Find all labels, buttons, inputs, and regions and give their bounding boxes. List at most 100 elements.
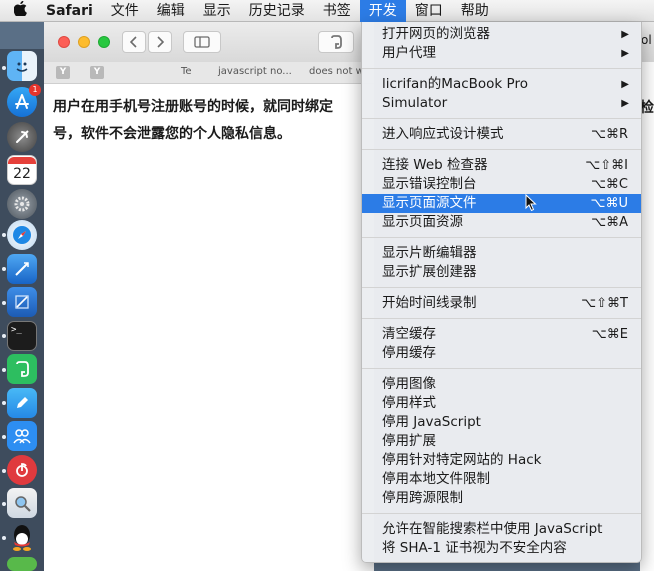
develop-menu-item[interactable]: 打开网页的浏览器 ▶ (362, 25, 641, 44)
chevron-right-icon: ▶ (621, 48, 629, 59)
back-button[interactable] (122, 31, 146, 53)
launchpad-icon[interactable] (7, 122, 37, 152)
sidebar-icon (194, 36, 210, 48)
develop-menu-item[interactable]: 显示错误控制台 ⌥⌘C (362, 175, 641, 194)
bookmark-y-icon[interactable]: Y (56, 66, 70, 79)
contacts-app-icon[interactable] (7, 421, 37, 451)
menu-item-label: 停用样式 (382, 395, 436, 411)
menu-edit[interactable]: 编辑 (148, 0, 194, 22)
bookmarks-bar: Y Y Te javascript no... does not w (44, 62, 374, 84)
window-right-edge: ol 检 (640, 22, 654, 571)
preview-icon[interactable] (7, 488, 37, 518)
develop-menu-item[interactable]: 允许在智能搜索栏中使用 JavaScript (362, 520, 641, 539)
running-indicator (2, 66, 6, 70)
menu-item-label: 停用缓存 (382, 345, 436, 361)
develop-menu: 打开网页的浏览器 ▶ 用户代理 ▶ licrifan的MacBook Pro ▶ Simul… (361, 22, 642, 563)
menu-window[interactable]: 窗口 (406, 0, 452, 22)
evernote-extension-icon (331, 35, 342, 49)
develop-menu-item[interactable]: Simulator ▶ (362, 94, 641, 113)
develop-menu-item[interactable]: 停用缓存 (362, 344, 641, 363)
finder-icon[interactable] (7, 51, 37, 81)
safari-icon[interactable] (7, 220, 37, 250)
develop-menu-item[interactable]: 停用本地文件限制 (362, 470, 641, 489)
app-store-icon[interactable]: 1 (7, 84, 41, 117)
develop-menu-item[interactable]: 将 SHA-1 证书视为不安全内容 (362, 539, 641, 558)
evernote-icon[interactable] (7, 354, 37, 384)
chevron-left-icon (130, 36, 137, 48)
menu-item-shortcut: ⌥⌘U (590, 196, 629, 211)
menu-bar: Safari 文件 编辑 显示 历史记录 书签 开发 窗口 帮助 (0, 0, 654, 22)
pencil-app-icon[interactable] (7, 388, 37, 418)
apple-logo-icon[interactable] (0, 0, 37, 22)
develop-menu-item[interactable]: 清空缓存 ⌥⌘E (362, 325, 641, 344)
bookmark-item[interactable]: Te (181, 66, 192, 77)
bookmark-item[interactable]: javascript no... (218, 66, 292, 77)
terminal-icon[interactable]: >_ (7, 321, 37, 351)
develop-menu-item[interactable]: licrifan的MacBook Pro ▶ (362, 75, 641, 94)
menu-history[interactable]: 历史记录 (240, 0, 314, 22)
menu-develop[interactable]: 开发 (359, 0, 406, 22)
forward-button[interactable] (148, 31, 172, 53)
menu-item-label: 允许在智能搜索栏中使用 JavaScript (382, 521, 603, 537)
running-indicator (2, 469, 6, 473)
content-line: 号，软件不会泄露您的个人隐私信息。 (53, 126, 291, 142)
menu-bookmarks[interactable]: 书签 (314, 0, 360, 22)
develop-menu-item[interactable]: 显示片断编辑器 (362, 244, 641, 263)
develop-menu-item[interactable]: 进入响应式设计模式 ⌥⌘R (362, 125, 641, 144)
menu-separator (362, 237, 641, 238)
menu-view[interactable]: 显示 (194, 0, 240, 22)
chevron-right-icon: ▶ (621, 98, 629, 109)
dock: 1 22 >_ (0, 49, 45, 571)
develop-menu-item[interactable]: 停用样式 (362, 394, 641, 413)
menu-separator (362, 318, 641, 319)
bookmark-y-icon[interactable]: Y (90, 66, 104, 79)
running-indicator (2, 401, 6, 405)
chevron-right-icon (157, 36, 164, 48)
menu-item-shortcut: ⌥⌘E (591, 327, 628, 342)
menu-item-label: 停用图像 (382, 376, 436, 392)
develop-menu-item[interactable]: 停用针对特定网站的 Hack (362, 451, 641, 470)
sidebar-button[interactable] (183, 31, 221, 53)
chevron-right-icon: ▶ (621, 29, 629, 40)
menu-app-name[interactable]: Safari (37, 0, 102, 22)
develop-menu-item[interactable]: 显示页面资源 ⌥⌘A (362, 213, 641, 232)
xcode-icon[interactable] (7, 254, 37, 284)
menu-file[interactable]: 文件 (102, 0, 148, 22)
menu-help[interactable]: 帮助 (452, 0, 498, 22)
toolbar-edge: ol (640, 22, 654, 62)
menu-item-shortcut: ⌥⌘C (590, 177, 628, 192)
develop-menu-item[interactable]: 开始时间线录制 ⌥⇧⌘T (362, 294, 641, 313)
xcode-alt-icon[interactable] (7, 287, 37, 317)
minimize-window-button[interactable] (78, 36, 90, 48)
running-indicator (2, 368, 6, 372)
content-line: 用户在用手机号注册账号的时候，就同时绑定 (53, 99, 333, 115)
system-preferences-icon[interactable] (7, 189, 37, 219)
mouse-pointer-icon (525, 194, 537, 212)
bookmark-item[interactable]: does not w (309, 66, 364, 77)
menu-separator (362, 287, 641, 288)
window-toolbar (44, 22, 374, 63)
develop-menu-item[interactable]: 连接 Web 检查器 ⌥⇧⌘I (362, 156, 641, 175)
develop-menu-item[interactable]: 停用扩展 (362, 432, 641, 451)
develop-menu-item[interactable]: 停用 JavaScript (362, 413, 641, 432)
menu-separator (362, 149, 641, 150)
menu-item-label: 显示页面资源 (382, 214, 463, 230)
menu-item-label: Simulator (382, 95, 448, 111)
develop-menu-item[interactable]: 停用图像 (362, 375, 641, 394)
calendar-day: 22 (13, 165, 31, 182)
menu-item-label: 将 SHA-1 证书视为不安全内容 (382, 540, 567, 556)
calendar-icon[interactable]: 22 (7, 155, 37, 185)
dock-app-partial-icon[interactable] (7, 557, 37, 571)
develop-menu-item[interactable]: 显示页面源文件 ⌥⌘U (362, 194, 641, 213)
develop-menu-item[interactable]: 用户代理 ▶ (362, 44, 641, 63)
menu-item-label: 进入响应式设计模式 (382, 126, 504, 142)
develop-menu-item[interactable]: 显示扩展创建器 (362, 263, 641, 282)
develop-menu-item[interactable]: 停用跨源限制 (362, 489, 641, 508)
netease-music-icon[interactable] (7, 455, 37, 485)
menu-separator (362, 118, 641, 119)
extension-button[interactable] (318, 31, 354, 53)
menu-item-label: 开始时间线录制 (382, 295, 477, 311)
qq-icon[interactable] (7, 522, 37, 552)
close-window-button[interactable] (58, 36, 70, 48)
zoom-window-button[interactable] (98, 36, 110, 48)
